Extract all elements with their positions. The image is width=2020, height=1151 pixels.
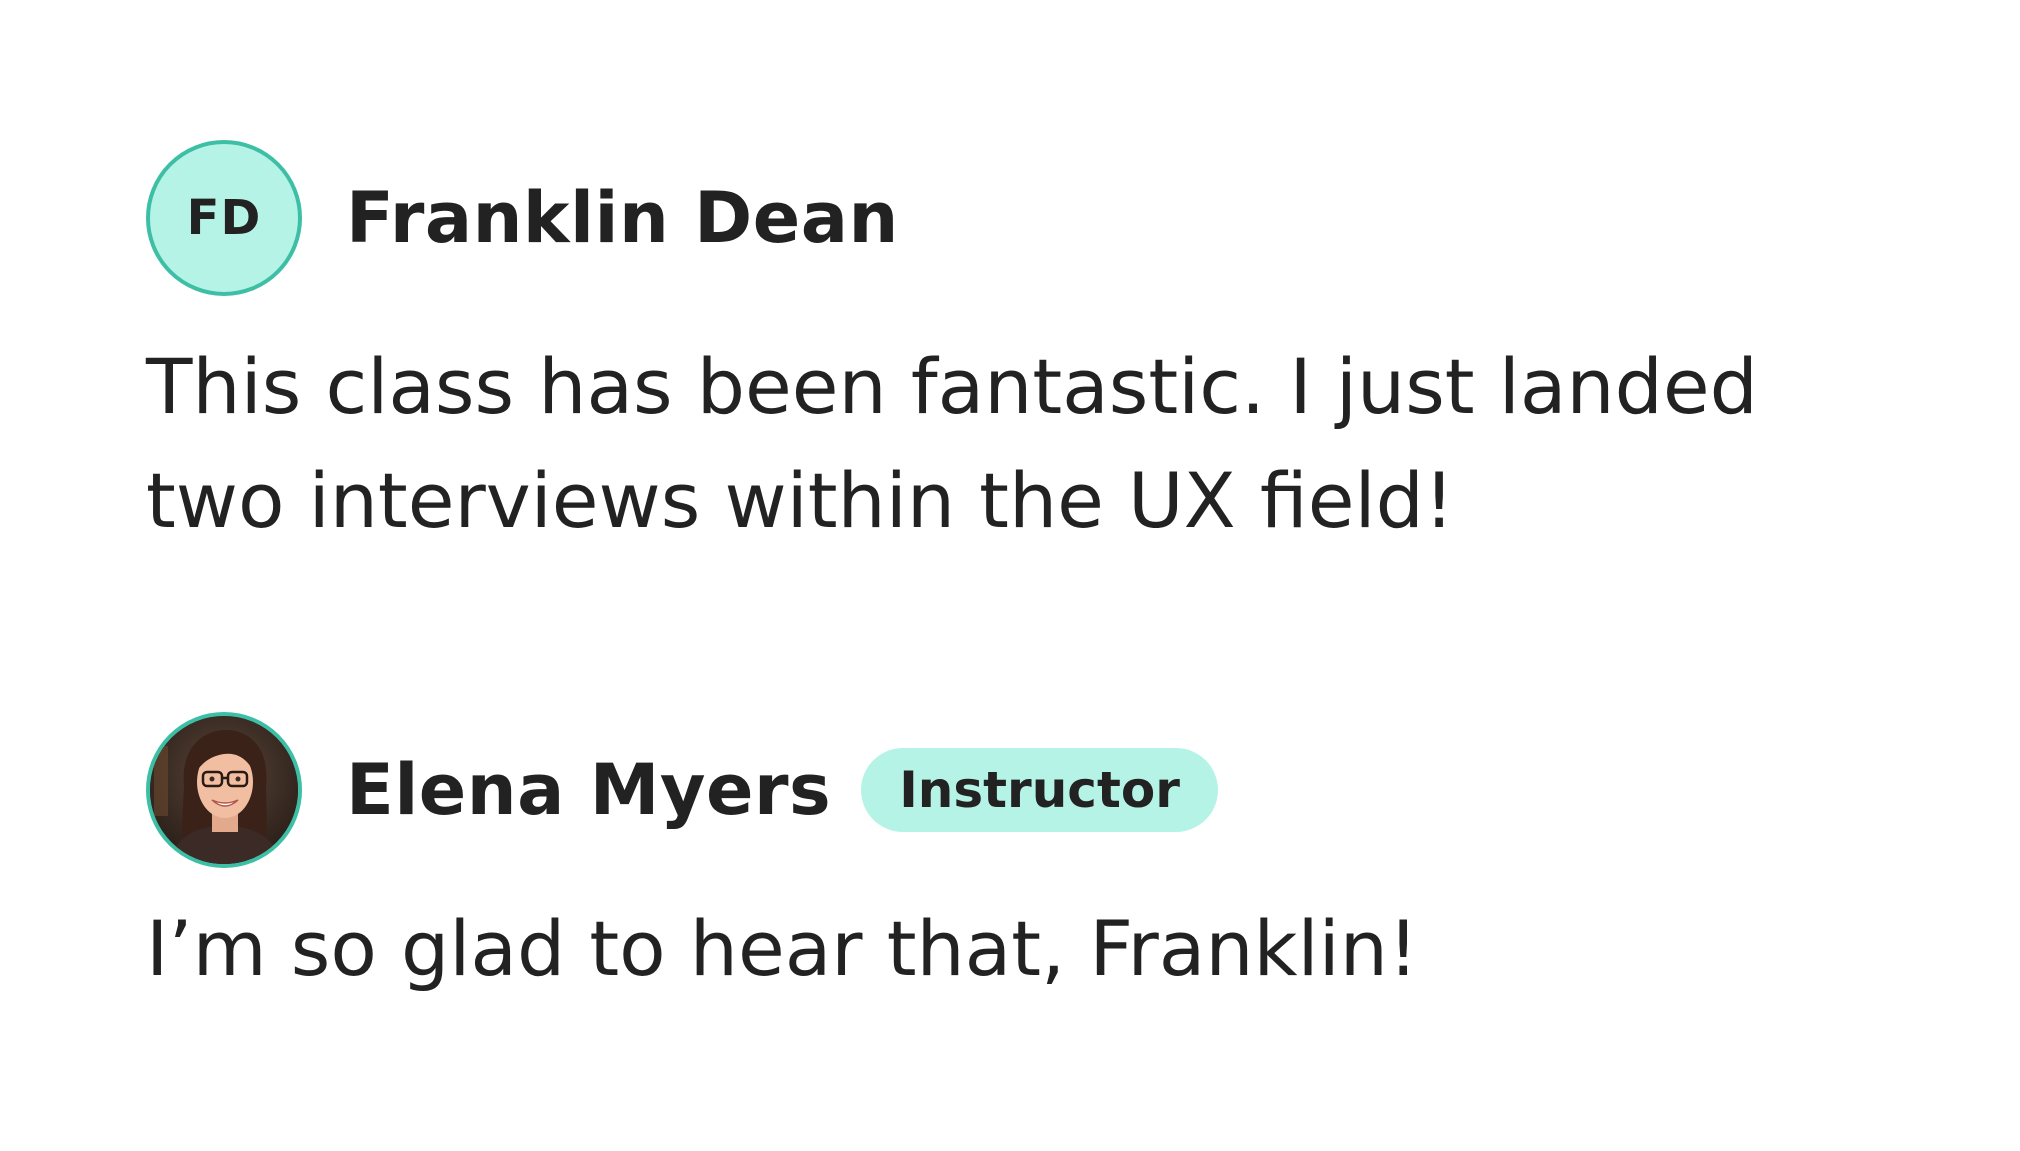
comment-text: This class has been fantastic. I just la…	[146, 342, 1758, 545]
author-name[interactable]: Elena Myers	[346, 749, 831, 831]
comment-header: FD Franklin Dean	[146, 136, 1946, 300]
avatar[interactable]: FD	[146, 140, 302, 296]
avatar[interactable]	[146, 712, 302, 868]
author-name[interactable]: Franklin Dean	[346, 177, 899, 259]
comment: FD Franklin Dean This class has been fan…	[146, 136, 1946, 558]
comment-text: I’m so glad to hear that, Franklin!	[146, 904, 1419, 993]
profile-photo-icon	[150, 716, 298, 864]
comment-header: Elena Myers Instructor	[146, 708, 1946, 872]
avatar-initials: FD	[186, 190, 262, 246]
role-badge: Instructor	[861, 748, 1218, 832]
comment: Elena Myers Instructor I’m so glad to he…	[146, 708, 1946, 1006]
